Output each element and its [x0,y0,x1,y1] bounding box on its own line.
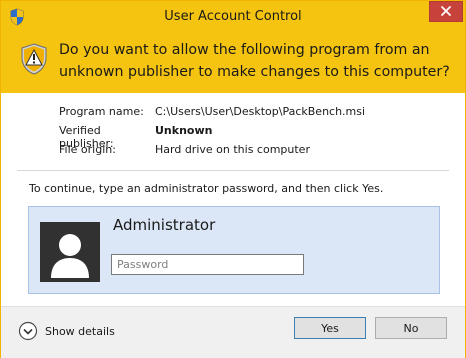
program-name-label: Program name: [59,105,144,118]
program-name-row: Program name: C:\Users\User\Desktop\Pack… [59,105,365,124]
program-details: Program name: C:\Users\User\Desktop\Pack… [59,105,365,162]
program-name-value: C:\Users\User\Desktop\PackBench.msi [155,105,366,118]
prompt-banner: Do you want to allow the following progr… [1,33,465,93]
password-input[interactable] [111,254,304,275]
show-details-toggle[interactable]: Show details [18,321,115,341]
user-avatar-icon [40,222,100,282]
file-origin-label: File origin: [59,143,116,156]
divider [17,170,449,171]
file-origin-row: File origin: Hard drive on this computer [59,143,365,162]
publisher-value: Unknown [155,124,213,137]
publisher-label: Verified publisher: [59,124,114,150]
yes-button[interactable]: Yes [294,317,366,339]
window-title: User Account Control [164,9,302,24]
file-origin-value: Hard drive on this computer [155,143,310,156]
consent-question: Do you want to allow the following progr… [59,42,450,80]
title-bar: User Account Control [1,1,465,33]
uac-dialog: User Account Control Do you want to allo… [0,0,466,358]
publisher-row: Verified publisher: Unknown [59,124,365,150]
show-details-label: Show details [45,324,115,338]
warning-shield-icon [19,43,49,75]
close-icon [440,2,452,21]
username-label: Administrator [113,216,216,234]
chevron-down-circle-icon [18,321,38,341]
close-button[interactable] [429,1,463,22]
instruction-text: To continue, type an administrator passw… [29,182,384,195]
no-button[interactable]: No [375,317,447,339]
credential-tile[interactable]: Administrator [28,206,440,294]
dialog-footer: Show details Yes No [1,306,465,358]
